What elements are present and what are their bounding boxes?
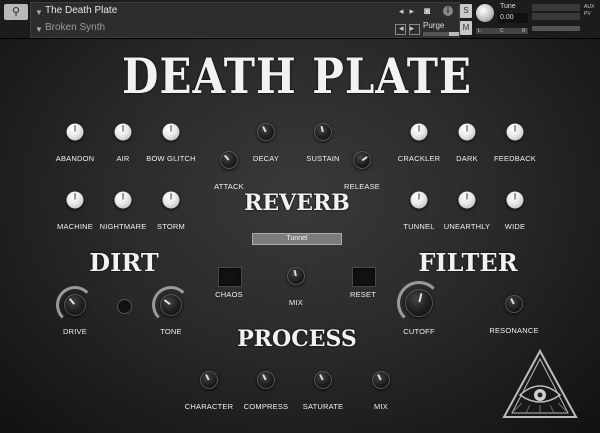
purge-menu[interactable]: Purge [423,21,444,30]
reverb-section-title: REVERB [244,190,350,216]
knob-decay-label: DECAY [252,154,280,163]
knob-cutoff-label: CUTOFF [403,327,435,336]
reset-button[interactable] [352,267,376,287]
instrument-name-box: ▼ The Death Plate ◂▸ ◙ i ▼ Broken Synth … [30,2,460,38]
knob-bow-glitch-label: BOW GLITCH [146,154,196,163]
knob-nightmare-label: NIGHTMARE [99,222,147,231]
voices-bar [423,32,459,36]
meter-right [532,13,580,20]
knob-wide-knob[interactable] [506,191,524,209]
collapse-icon[interactable]: ▼ [35,8,43,17]
knob-bow-glitch-knob[interactable] [162,123,180,141]
knob-process-saturate-label: SATURATE [302,402,344,411]
eye-triangle-logo [502,348,578,418]
knob-tone-knob[interactable] [160,294,182,316]
knob-sustain-label: SUSTAIN [306,154,340,163]
knob-feedback-knob[interactable] [506,123,524,141]
knob-center-mix-label: MIX [289,298,303,307]
knob-storm-knob[interactable] [162,191,180,209]
knob-air-knob[interactable] [114,123,132,141]
delete-icon[interactable] [409,24,420,35]
collapse-sub-icon[interactable]: ▼ [35,25,43,34]
knob-dark-label: DARK [456,154,478,163]
knob-process-mix-label: MIX [374,402,388,411]
knob-nightmare-knob[interactable] [114,191,132,209]
knob-unearthly-label: UNEARTHLY [443,222,491,231]
knob-center-mix-knob[interactable] [287,267,305,285]
knob-storm-label: STORM [157,222,185,231]
snapshot-name[interactable]: Broken Synth [45,22,105,33]
pan-center-label: C [500,28,504,34]
aux-label[interactable]: AUX [584,4,594,11]
solo-button[interactable]: S [460,4,472,18]
knob-process-mix-knob[interactable] [372,371,390,389]
plugin-title: DEATH PLATE [122,48,472,105]
knob-process-character-label: CHARACTER [184,402,234,411]
knob-process-saturate-knob[interactable] [314,371,332,389]
knob-resonance-label: RESONANCE [489,326,539,335]
mute-button[interactable]: M [460,21,472,35]
knob-process-compress-label: COMPRESS [243,402,289,411]
save-icon[interactable] [395,24,406,35]
knob-drive-label: DRIVE [63,327,87,336]
dirt-section-title: DIRT [89,248,159,277]
knob-drive-knob[interactable] [64,294,86,316]
knob-abandon-knob[interactable] [66,123,84,141]
knob-feedback-label: FEEDBACK [493,154,537,163]
knob-process-character-knob[interactable] [200,371,218,389]
instrument-name[interactable]: The Death Plate [45,5,117,16]
knob-resonance-knob[interactable] [505,295,523,313]
chaos-label: CHAOS [215,290,243,299]
knob-machine-knob[interactable] [66,191,84,209]
level-meters [532,2,582,36]
reset-label: RESET [349,290,377,299]
knob-air-label: AIR [116,154,130,163]
knob-crackler-knob[interactable] [410,123,428,141]
knob-tone-label: TONE [160,327,182,336]
pan-right-label: R [522,28,526,34]
knob-process-compress-knob[interactable] [257,371,275,389]
knob-attack-knob[interactable] [220,151,238,169]
camera-icon[interactable]: ◙ [424,6,430,17]
knob-attack-label: ATTACK [214,182,244,191]
prev-next-instrument-icon[interactable]: ◂▸ [399,6,420,17]
tune-knob[interactable] [476,4,494,22]
tune-label: Tune [500,3,516,10]
knob-dark-knob[interactable] [458,123,476,141]
dirt-toggle[interactable] [117,299,132,314]
knob-decay-knob[interactable] [257,123,275,141]
aux-labels: AUX PV [584,4,594,18]
knob-unearthly-knob[interactable] [458,191,476,209]
filter-section-title: FILTER [418,248,518,277]
knob-tunnel-label: TUNNEL [403,222,435,231]
meter-left [532,4,580,11]
reverb-preset-menu[interactable]: Tunnel [252,233,342,245]
plugin-window: ⚲ ▼ The Death Plate ◂▸ ◙ i ▼ Broken Synt… [0,0,600,433]
knob-crackler-label: CRACKLER [397,154,441,163]
instrument-header: ⚲ ▼ The Death Plate ◂▸ ◙ i ▼ Broken Synt… [0,0,600,39]
volume-slider[interactable] [532,26,580,31]
knob-tunnel-knob[interactable] [410,191,428,209]
knob-sustain-knob[interactable] [314,123,332,141]
pan-slider[interactable]: L C R [476,28,528,34]
wrench-icon[interactable]: ⚲ [4,4,28,20]
info-icon[interactable]: i [443,6,453,16]
knob-cutoff-knob[interactable] [405,289,433,317]
process-section-title: PROCESS [237,326,357,352]
chaos-button[interactable] [218,267,242,287]
knob-release-label: RELEASE [344,182,380,191]
knob-machine-label: MACHINE [57,222,93,231]
pan-left-label: L [478,28,481,34]
pv-label[interactable]: PV [584,11,594,18]
knob-release-knob[interactable] [353,151,371,169]
knob-abandon-label: ABANDON [55,154,95,163]
tune-value[interactable]: 0.00 [498,13,528,23]
knob-wide-label: WIDE [504,222,526,231]
